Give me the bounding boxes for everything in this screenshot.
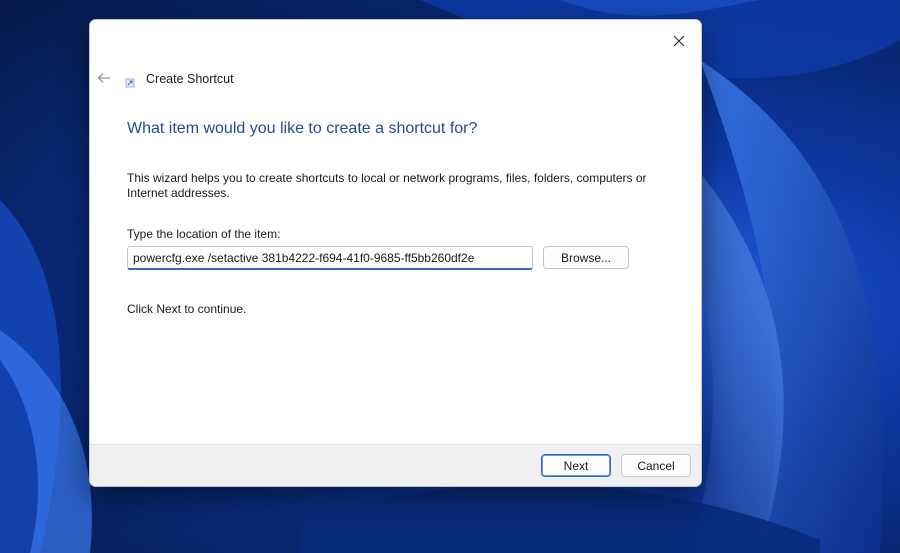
location-label: Type the location of the item: — [127, 227, 281, 241]
close-button[interactable] — [659, 21, 699, 61]
continue-hint: Click Next to continue. — [127, 302, 247, 316]
back-button[interactable] — [94, 70, 114, 86]
shortcut-icon — [125, 78, 135, 88]
wizard-description: This wizard helps you to create shortcut… — [127, 171, 647, 200]
dialog-footer: Next Cancel — [90, 444, 701, 486]
dialog-title: Create Shortcut — [146, 72, 234, 86]
browse-button[interactable]: Browse... — [543, 246, 629, 269]
close-icon — [673, 35, 685, 47]
back-arrow-icon — [97, 73, 110, 83]
next-button[interactable]: Next — [541, 454, 611, 477]
cancel-button[interactable]: Cancel — [621, 454, 691, 477]
location-input[interactable] — [127, 246, 533, 270]
wizard-heading: What item would you like to create a sho… — [127, 120, 478, 137]
create-shortcut-dialog: Create Shortcut What item would you like… — [89, 19, 702, 487]
